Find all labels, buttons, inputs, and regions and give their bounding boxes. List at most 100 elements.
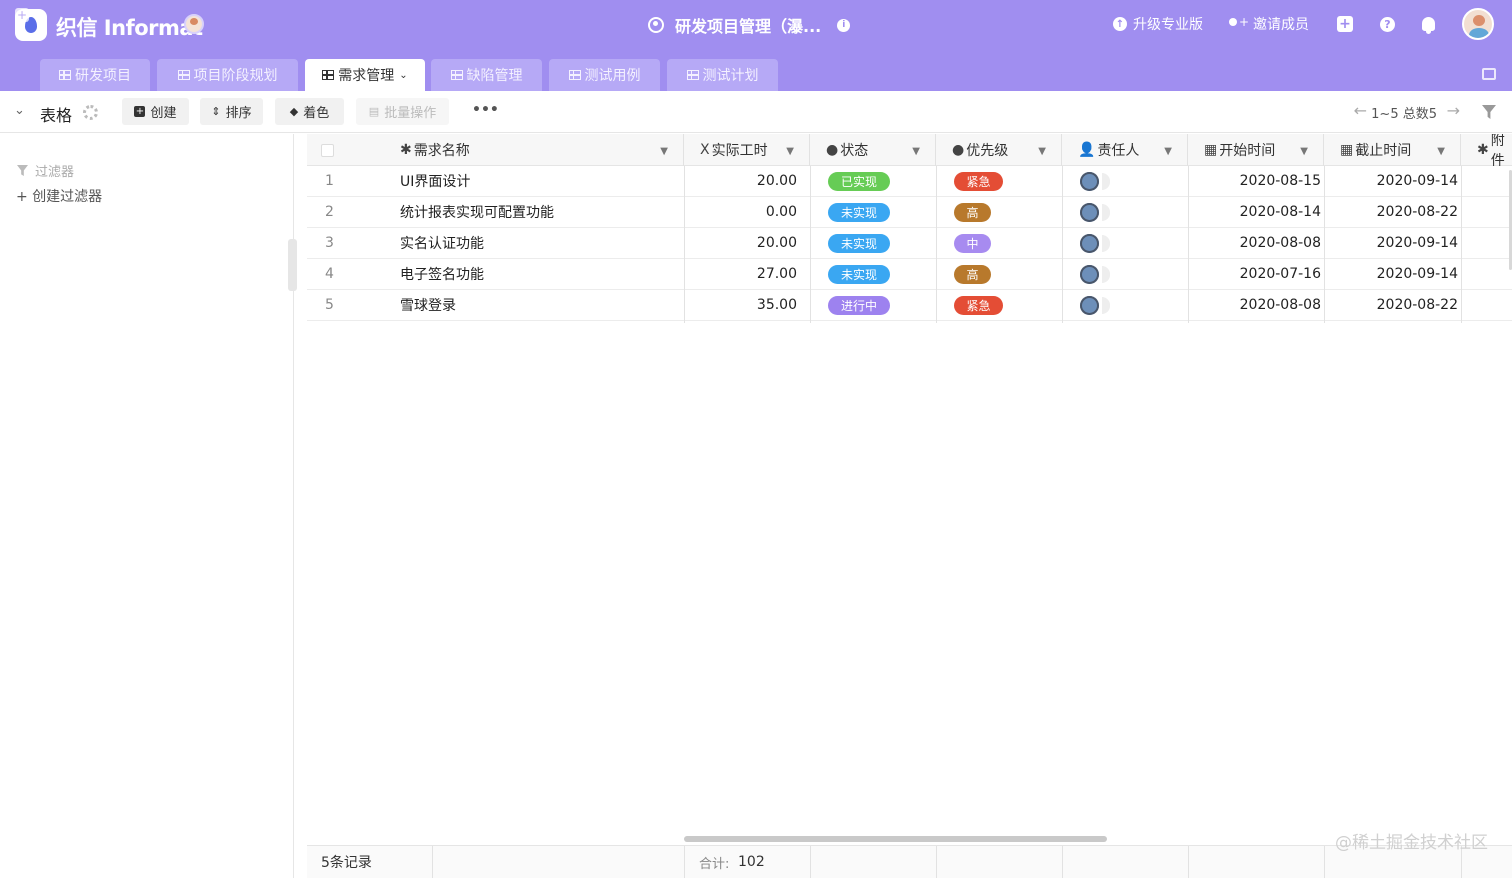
requirement-name[interactable]: 实名认证功能 <box>400 228 670 258</box>
actual-hours[interactable]: 35.00 <box>684 290 797 320</box>
help-icon[interactable]: ? <box>1380 16 1395 32</box>
owner-cell[interactable] <box>1080 259 1140 289</box>
status-badge: 进行中 <box>828 295 890 315</box>
table-row[interactable]: 4 电子签名功能 27.00 未实现 高 2020-07-16 2020-09-… <box>307 259 1512 290</box>
deadline-date[interactable]: 2020-09-14 <box>1324 228 1458 258</box>
workspace-avatar[interactable] <box>184 14 204 34</box>
chevron-down-icon[interactable]: ▼ <box>1437 146 1445 157</box>
column-start-time[interactable]: ▦ 开始时间 ▼ <box>1188 134 1324 166</box>
sort-button[interactable]: ⇕ 排序 <box>200 98 263 125</box>
tab-defect-management[interactable]: 缺陷管理 <box>431 59 542 91</box>
owner-cell[interactable] <box>1080 197 1140 227</box>
priority-cell[interactable]: 紧急 <box>954 166 1044 196</box>
table-row[interactable]: 5 雪球登录 35.00 进行中 紧急 2020-08-08 2020-08-2… <box>307 290 1512 321</box>
status-cell[interactable]: 未实现 <box>828 259 918 289</box>
chevron-down-icon[interactable]: ▼ <box>660 146 668 157</box>
add-square-icon[interactable]: + <box>1337 16 1353 32</box>
column-actual-hours[interactable]: X 实际工时 ▼ <box>684 134 810 166</box>
actual-hours[interactable]: 27.00 <box>684 259 797 289</box>
priority-cell[interactable]: 高 <box>954 197 1044 227</box>
chevron-down-icon[interactable]: ▼ <box>1300 146 1308 157</box>
tab-test-plan[interactable]: 测试计划 <box>667 59 778 91</box>
previous-page-icon[interactable]: ← <box>1354 101 1367 120</box>
upgrade-button[interactable]: ↑ 升级专业版 <box>1113 14 1203 34</box>
deadline-date[interactable]: 2020-08-22 <box>1324 290 1458 320</box>
table-row[interactable]: 3 实名认证功能 20.00 未实现 中 2020-08-08 2020-09-… <box>307 228 1512 259</box>
color-label: 着色 <box>303 106 330 121</box>
actual-hours[interactable]: 20.00 <box>684 228 797 258</box>
sidebar-resize-handle[interactable] <box>288 239 297 291</box>
upgrade-label: 升级专业版 <box>1133 17 1203 33</box>
chevron-down-icon[interactable]: ⌄ <box>399 70 407 81</box>
chevron-down-icon[interactable]: ▼ <box>1038 146 1046 157</box>
status-cell[interactable]: 进行中 <box>828 290 918 320</box>
column-attachment[interactable]: ✱ 附件 <box>1461 134 1512 169</box>
column-owner[interactable]: 👤 责任人 ▼ <box>1062 134 1188 166</box>
batch-operation-button[interactable]: ▤ 批量操作 <box>356 98 449 125</box>
start-date[interactable]: 2020-08-08 <box>1188 290 1321 320</box>
start-date[interactable]: 2020-08-08 <box>1188 228 1321 258</box>
deadline-date[interactable]: 2020-08-22 <box>1324 197 1458 227</box>
priority-cell[interactable]: 高 <box>954 259 1044 289</box>
gear-icon[interactable] <box>83 105 98 120</box>
deadline-date[interactable]: 2020-09-14 <box>1324 259 1458 289</box>
priority-badge: 高 <box>954 202 991 222</box>
info-icon[interactable]: i <box>837 18 851 32</box>
filter-icon[interactable] <box>1482 105 1496 119</box>
owner-cell[interactable] <box>1080 166 1140 196</box>
app-title-area[interactable]: 研发项目管理（瀑... i <box>648 13 851 37</box>
tab-test-cases[interactable]: 测试用例 <box>549 59 660 91</box>
top-navigation-bar: 织信 Informat 研发项目管理（瀑... i ↑ 升级专业版 邀请成员 +… <box>0 0 1512 91</box>
start-date[interactable]: 2020-08-15 <box>1188 166 1321 196</box>
select-all-checkbox[interactable] <box>321 143 334 157</box>
create-filter-button[interactable]: + 创建过滤器 <box>16 186 102 206</box>
chevron-down-icon[interactable]: ⌄ <box>14 103 25 118</box>
copy-icon[interactable] <box>1482 68 1496 80</box>
requirement-name[interactable]: 统计报表实现可配置功能 <box>400 197 670 227</box>
color-button[interactable]: ◆ 着色 <box>275 98 344 125</box>
bell-icon[interactable] <box>1422 17 1435 34</box>
create-button[interactable]: + 创建 <box>122 98 189 125</box>
requirement-name[interactable]: 雪球登录 <box>400 290 670 320</box>
owner-cell[interactable] <box>1080 228 1140 258</box>
requirement-name[interactable]: 电子签名功能 <box>400 259 670 289</box>
next-page-icon[interactable]: → <box>1447 101 1460 120</box>
tab-label: 缺陷管理 <box>466 68 523 84</box>
check-circle-icon: ● <box>826 142 839 158</box>
column-priority[interactable]: ● 优先级 ▼ <box>936 134 1062 166</box>
chevron-down-icon[interactable]: ▼ <box>912 146 920 157</box>
invite-members-button[interactable]: 邀请成员 <box>1229 14 1309 34</box>
requirement-name[interactable]: UI界面设计 <box>400 166 670 196</box>
start-date[interactable]: 2020-07-16 <box>1188 259 1321 289</box>
table-row[interactable]: 2 统计报表实现可配置功能 0.00 未实现 高 2020-08-14 2020… <box>307 197 1512 228</box>
column-requirement-name[interactable]: ✱ 需求名称 ▼ <box>307 134 684 166</box>
horizontal-scrollbar[interactable] <box>684 836 1107 842</box>
priority-cell[interactable]: 紧急 <box>954 290 1044 320</box>
app-icon <box>648 17 664 33</box>
user-avatar[interactable] <box>1462 8 1494 40</box>
chevron-down-icon[interactable]: ▼ <box>1164 146 1172 157</box>
actual-hours[interactable]: 20.00 <box>684 166 797 196</box>
column-status[interactable]: ● 状态 ▼ <box>810 134 936 166</box>
deadline-date[interactable]: 2020-09-14 <box>1324 166 1458 196</box>
record-count: 5条记录 <box>321 855 372 871</box>
tab-requirements-management[interactable]: 需求管理 ⌄ <box>305 59 425 91</box>
column-deadline[interactable]: ▦ 截止时间 ▼ <box>1324 134 1461 166</box>
status-cell[interactable]: 已实现 <box>828 166 918 196</box>
invite-label: 邀请成员 <box>1253 17 1309 33</box>
view-title[interactable]: 表格 <box>40 102 72 126</box>
table-row[interactable]: 1 UI界面设计 20.00 已实现 紧急 2020-08-15 2020-09… <box>307 166 1512 197</box>
priority-cell[interactable]: 中 <box>954 228 1044 258</box>
actual-hours[interactable]: 0.00 <box>684 197 797 227</box>
start-date[interactable]: 2020-08-14 <box>1188 197 1321 227</box>
status-cell[interactable]: 未实现 <box>828 228 918 258</box>
app-title: 研发项目管理（瀑... <box>675 17 822 36</box>
add-tab-icon[interactable]: + <box>15 8 29 22</box>
brand-name[interactable]: 织信 Informat <box>56 12 203 42</box>
tab-research-projects[interactable]: 研发项目 <box>40 59 150 91</box>
tab-project-phase-planning[interactable]: 项目阶段规划 <box>157 59 298 91</box>
status-cell[interactable]: 未实现 <box>828 197 918 227</box>
more-icon[interactable]: ••• <box>472 102 499 118</box>
owner-cell[interactable] <box>1080 290 1140 320</box>
chevron-down-icon[interactable]: ▼ <box>786 146 794 157</box>
